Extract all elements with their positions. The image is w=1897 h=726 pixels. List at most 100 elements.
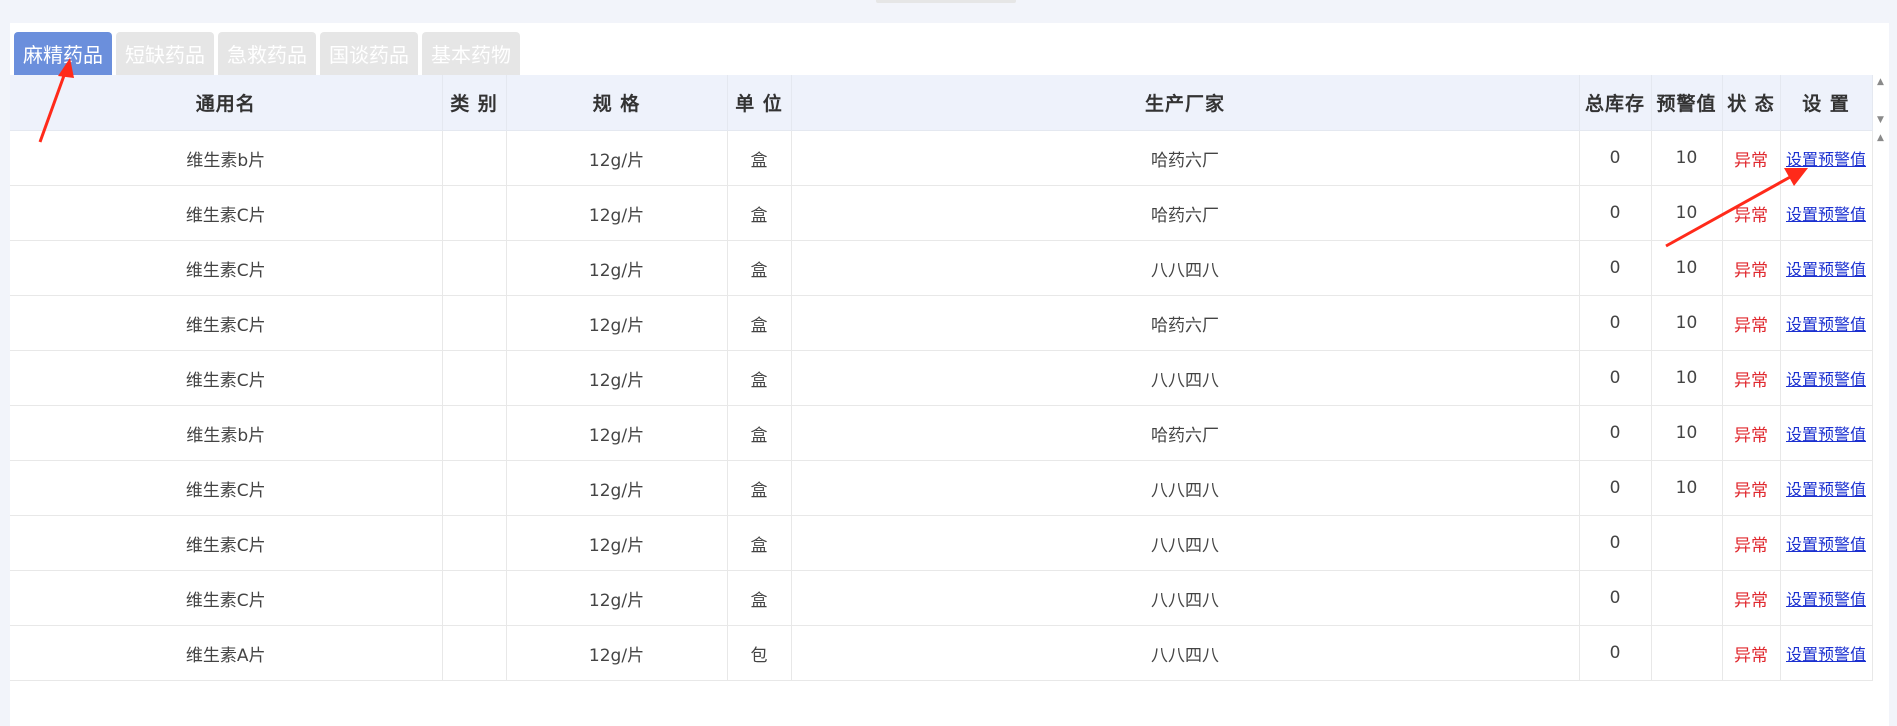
cell-setting: 设置预警值	[1780, 130, 1873, 186]
cell-manufacturer: 八八四八	[791, 460, 1580, 516]
drug-table: 通用名 类 别 规 格 单 位 生产厂家 总库存 预警值 状 态 设 置 维生素…	[10, 75, 1873, 681]
scroll-up-arrow-icon[interactable]: ▲	[1877, 77, 1884, 87]
tab-national-negotiated-drugs[interactable]: 国谈药品	[320, 32, 418, 75]
set-warning-value-link[interactable]: 设置预警值	[1786, 645, 1866, 664]
header-generic-name: 通用名	[10, 75, 443, 131]
table-row: 维生素C片 12g/片 盒 八八四八 0 10 异常 设置预警值	[10, 240, 1873, 296]
cell-warning-value: 10	[1651, 350, 1723, 406]
header-category: 类 别	[442, 75, 507, 131]
cell-spec: 12g/片	[506, 625, 728, 681]
cell-unit: 盒	[727, 570, 792, 626]
cell-unit: 盒	[727, 295, 792, 351]
cell-setting: 设置预警值	[1780, 350, 1873, 406]
cell-spec: 12g/片	[506, 240, 728, 296]
set-warning-value-link[interactable]: 设置预警值	[1786, 260, 1866, 279]
cell-category	[442, 130, 507, 186]
cell-category	[442, 515, 507, 571]
cell-total-stock: 0	[1579, 515, 1652, 571]
cell-category	[442, 240, 507, 296]
cell-total-stock: 0	[1579, 130, 1652, 186]
cell-spec: 12g/片	[506, 295, 728, 351]
cell-total-stock: 0	[1579, 240, 1652, 296]
table-row: 维生素C片 12g/片 盒 八八四八 0 异常 设置预警值	[10, 515, 1873, 571]
cell-spec: 12g/片	[506, 570, 728, 626]
cell-generic-name: 维生素b片	[10, 130, 443, 186]
header-manufacturer: 生产厂家	[791, 75, 1580, 131]
cell-warning-value	[1651, 625, 1723, 681]
cell-status: 异常	[1722, 240, 1781, 296]
cell-generic-name: 维生素C片	[10, 515, 443, 571]
cell-unit: 盒	[727, 185, 792, 241]
scroll-up-arrow-icon[interactable]: ▲	[1877, 133, 1884, 143]
cell-warning-value: 10	[1651, 240, 1723, 296]
cell-status: 异常	[1722, 350, 1781, 406]
cell-total-stock: 0	[1579, 460, 1652, 516]
set-warning-value-link[interactable]: 设置预警值	[1786, 315, 1866, 334]
cell-setting: 设置预警值	[1780, 240, 1873, 296]
cell-manufacturer: 哈药六厂	[791, 130, 1580, 186]
cell-status: 异常	[1722, 570, 1781, 626]
top-resize-handle[interactable]	[876, 0, 1016, 3]
cell-status: 异常	[1722, 515, 1781, 571]
cell-generic-name: 维生素C片	[10, 350, 443, 406]
cell-generic-name: 维生素C片	[10, 185, 443, 241]
cell-unit: 包	[727, 625, 792, 681]
cell-total-stock: 0	[1579, 295, 1652, 351]
cell-warning-value	[1651, 570, 1723, 626]
table-row: 维生素b片 12g/片 盒 哈药六厂 0 10 异常 设置预警值	[10, 130, 1873, 186]
vertical-scrollbar[interactable]: ▲ ▼ ▲	[1874, 75, 1889, 726]
cell-total-stock: 0	[1579, 570, 1652, 626]
tab-narcotic-drugs[interactable]: 麻精药品	[14, 32, 112, 75]
set-warning-value-link[interactable]: 设置预警值	[1786, 535, 1866, 554]
tab-shortage-drugs[interactable]: 短缺药品	[116, 32, 214, 75]
cell-status: 异常	[1722, 460, 1781, 516]
cell-setting: 设置预警值	[1780, 625, 1873, 681]
cell-total-stock: 0	[1579, 625, 1652, 681]
cell-status: 异常	[1722, 295, 1781, 351]
tab-essential-drugs[interactable]: 基本药物	[422, 32, 520, 75]
cell-manufacturer: 八八四八	[791, 515, 1580, 571]
header-unit: 单 位	[727, 75, 792, 131]
set-warning-value-link[interactable]: 设置预警值	[1786, 150, 1866, 169]
cell-generic-name: 维生素C片	[10, 460, 443, 516]
drug-table-container: 通用名 类 别 规 格 单 位 生产厂家 总库存 预警值 状 态 设 置 维生素…	[10, 75, 1873, 681]
cell-unit: 盒	[727, 240, 792, 296]
cell-unit: 盒	[727, 405, 792, 461]
cell-spec: 12g/片	[506, 130, 728, 186]
cell-category	[442, 460, 507, 516]
set-warning-value-link[interactable]: 设置预警值	[1786, 205, 1866, 224]
set-warning-value-link[interactable]: 设置预警值	[1786, 425, 1866, 444]
cell-spec: 12g/片	[506, 460, 728, 516]
tab-emergency-drugs[interactable]: 急救药品	[218, 32, 316, 75]
cell-generic-name: 维生素b片	[10, 405, 443, 461]
cell-unit: 盒	[727, 130, 792, 186]
cell-setting: 设置预警值	[1780, 295, 1873, 351]
cell-setting: 设置预警值	[1780, 405, 1873, 461]
cell-warning-value	[1651, 515, 1723, 571]
cell-spec: 12g/片	[506, 515, 728, 571]
cell-setting: 设置预警值	[1780, 185, 1873, 241]
set-warning-value-link[interactable]: 设置预警值	[1786, 370, 1866, 389]
header-status: 状 态	[1722, 75, 1781, 131]
cell-status: 异常	[1722, 405, 1781, 461]
set-warning-value-link[interactable]: 设置预警值	[1786, 480, 1866, 499]
table-row: 维生素C片 12g/片 盒 哈药六厂 0 10 异常 设置预警值	[10, 295, 1873, 351]
cell-status: 异常	[1722, 625, 1781, 681]
cell-generic-name: 维生素C片	[10, 295, 443, 351]
table-row: 维生素b片 12g/片 盒 哈药六厂 0 10 异常 设置预警值	[10, 405, 1873, 461]
table-row: 维生素A片 12g/片 包 八八四八 0 异常 设置预警值	[10, 625, 1873, 681]
cell-manufacturer: 哈药六厂	[791, 405, 1580, 461]
cell-generic-name: 维生素A片	[10, 625, 443, 681]
cell-spec: 12g/片	[506, 350, 728, 406]
cell-total-stock: 0	[1579, 405, 1652, 461]
table-row: 维生素C片 12g/片 盒 哈药六厂 0 10 异常 设置预警值	[10, 185, 1873, 241]
cell-manufacturer: 八八四八	[791, 625, 1580, 681]
header-setting: 设 置	[1780, 75, 1873, 131]
cell-manufacturer: 哈药六厂	[791, 295, 1580, 351]
set-warning-value-link[interactable]: 设置预警值	[1786, 590, 1866, 609]
cell-manufacturer: 八八四八	[791, 570, 1580, 626]
cell-setting: 设置预警值	[1780, 570, 1873, 626]
cell-generic-name: 维生素C片	[10, 240, 443, 296]
scroll-down-arrow-icon[interactable]: ▼	[1877, 115, 1884, 125]
cell-category	[442, 350, 507, 406]
